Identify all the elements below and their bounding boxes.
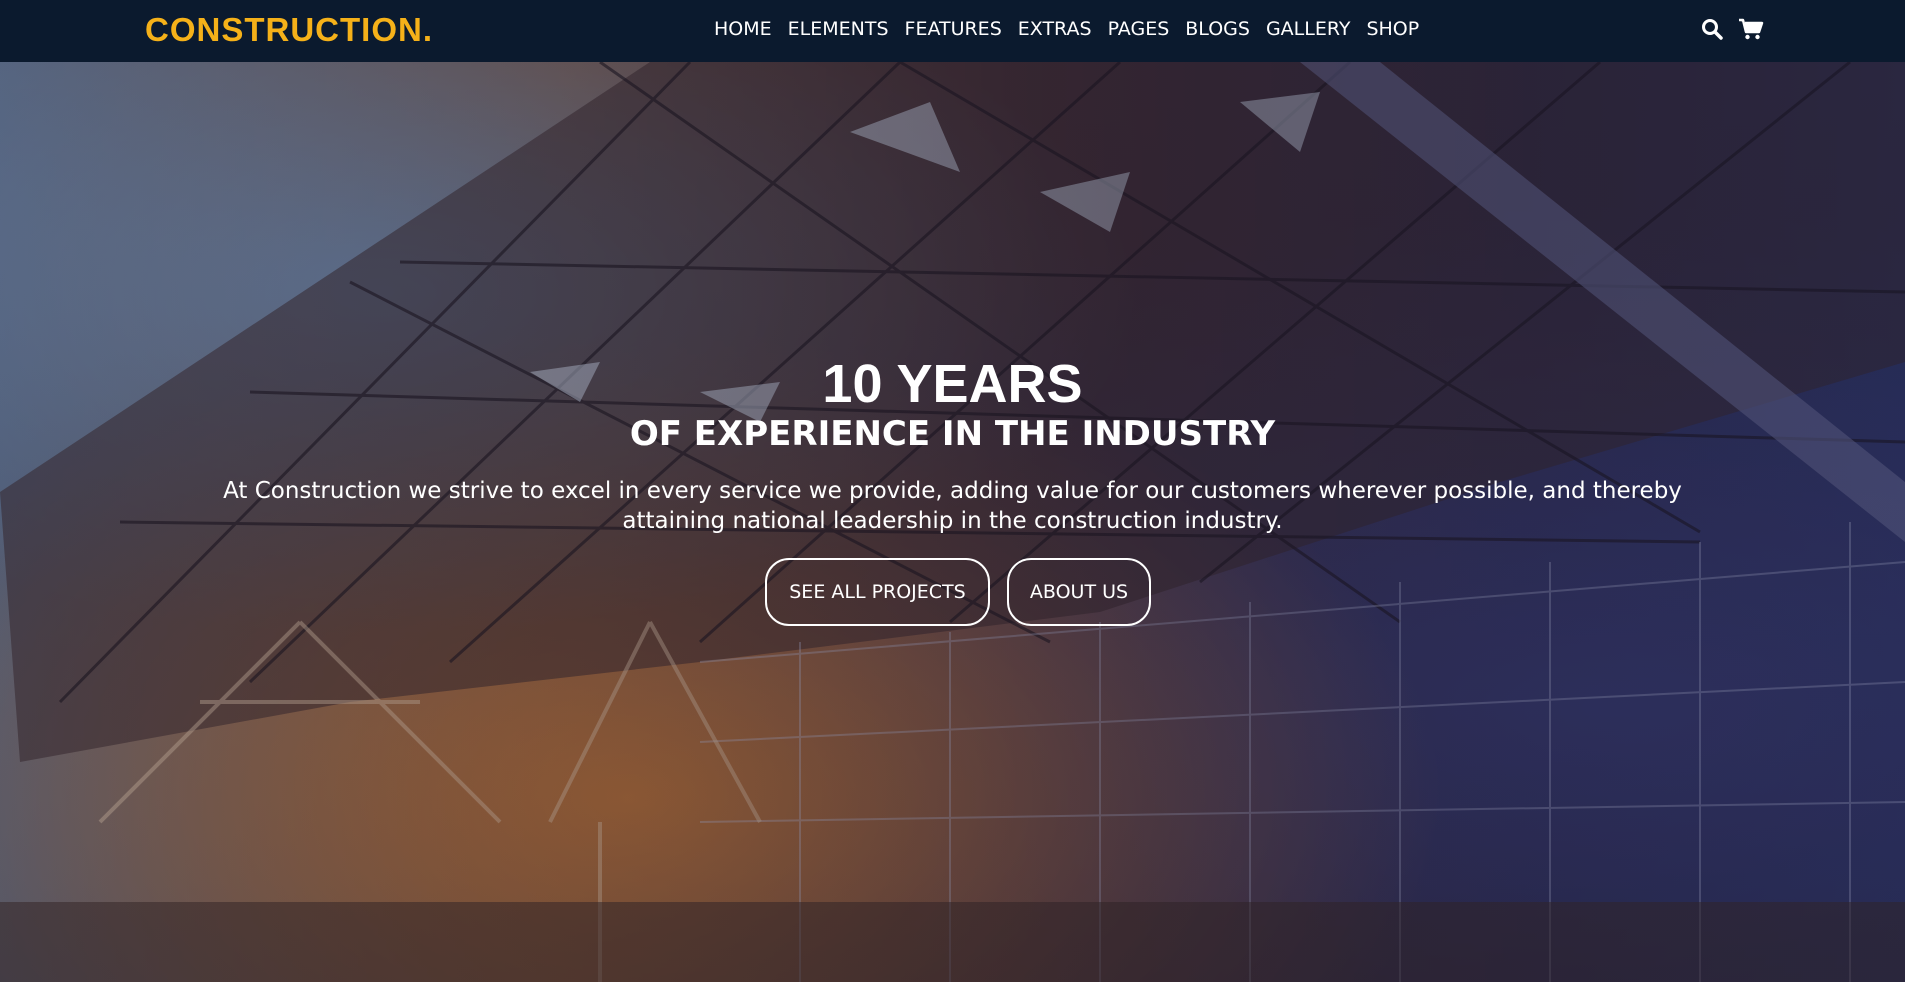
nav-item-pages[interactable]: PAGES xyxy=(1108,17,1170,41)
nav-item-shop[interactable]: SHOP xyxy=(1366,17,1419,41)
main-nav-menu: HOME ELEMENTS FEATURES EXTRAS PAGES BLOG… xyxy=(714,17,1419,41)
nav-item-extras[interactable]: EXTRAS xyxy=(1018,17,1092,41)
hero-subtitle: OF EXPERIENCE IN THE INDUSTRY xyxy=(629,414,1276,454)
site-logo[interactable]: CONSTRUCTION. xyxy=(145,12,433,48)
nav-item-blogs[interactable]: BLOGS xyxy=(1185,17,1250,41)
see-all-projects-button[interactable]: SEE ALL PROJECTS xyxy=(765,558,990,626)
hero-description: At Construction we strive to excel in ev… xyxy=(223,478,1682,534)
nav-item-home[interactable]: HOME xyxy=(714,17,772,41)
nav-item-gallery[interactable]: GALLERY xyxy=(1266,17,1351,41)
hero-title: 10 YEARS xyxy=(822,354,1083,414)
nav-item-elements[interactable]: ELEMENTS xyxy=(788,17,889,41)
about-us-button[interactable]: ABOUT US xyxy=(1007,558,1151,626)
top-navbar: CONSTRUCTION. HOME ELEMENTS FEATURES EXT… xyxy=(0,0,1905,62)
search-icon[interactable] xyxy=(1700,17,1724,41)
nav-icons xyxy=(1700,17,1764,41)
cart-icon[interactable] xyxy=(1738,17,1764,41)
nav-item-features[interactable]: FEATURES xyxy=(905,17,1002,41)
